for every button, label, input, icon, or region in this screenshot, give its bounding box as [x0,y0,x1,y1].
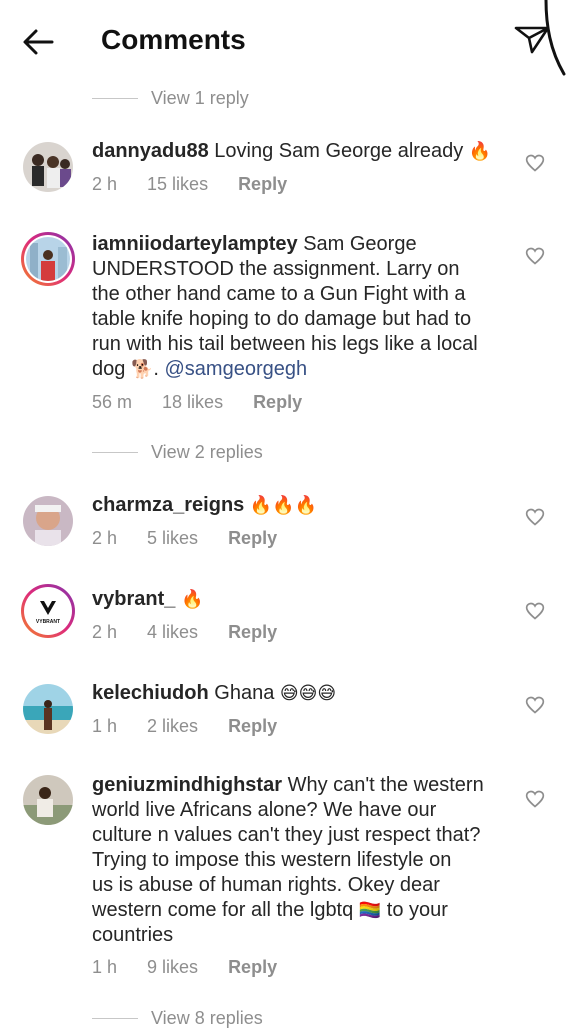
comment-likes[interactable]: 5 likes [147,528,198,549]
dog-emoji: 🐕 [130,359,154,380]
comment-text: geniuzmindhighstar Why can't the western… [92,773,512,948]
reply-button[interactable]: Reply [228,957,277,978]
reply-button[interactable]: Reply [228,716,277,737]
comment-meta: 56 m 18 likes Reply [92,392,332,413]
comment-meta: 1 h 9 likes Reply [92,957,307,978]
group-photo-avatar [23,142,73,192]
comment-username[interactable]: vybrant_ [92,588,175,610]
fire-emoji: 🔥🔥🔥 [249,495,318,516]
selfie-avatar [23,496,73,546]
comment-line: western come for all the lgbtq [92,899,354,921]
comment-line: Sam George [303,233,417,255]
avatar[interactable] [21,682,75,736]
comment-text: vybrant_ 🔥 [92,587,512,612]
comment-meta: 2 h 5 likes Reply [92,528,307,549]
person-in-city-avatar [26,237,70,281]
reply-button[interactable]: Reply [228,622,277,643]
comment-username[interactable]: kelechiudoh [92,682,209,704]
comment-username[interactable]: geniuzmindhighstar [92,774,282,796]
comment-line: UNDERSTOOD the assignment. Larry on [92,258,460,280]
comment-time: 2 h [92,528,118,548]
avatar[interactable] [21,494,75,548]
comment-time: 2 h [92,622,118,642]
comment-time: 56 m [92,392,133,412]
comment-line: . [153,358,165,380]
comment-line: the other hand came to a Gun Fight with … [92,283,466,305]
fire-emoji: 🔥 [180,589,204,610]
comment-text: charmza_reigns 🔥🔥🔥 [92,493,512,518]
rainbow-flag-emoji: 🏳️‍🌈 [358,900,382,921]
avatar[interactable]: VYBRANT [21,584,75,638]
divider-line [92,1017,138,1019]
page-title: Comments [101,24,246,55]
comment-line: culture n values can't they just respect… [92,824,481,846]
mention-link[interactable]: @samgeorgegh [164,358,307,380]
view-replies-label: View 2 replies [151,441,263,462]
arrow-left-icon [23,29,54,55]
reply-button[interactable]: Reply [253,392,302,413]
comment-likes[interactable]: 15 likes [147,174,208,195]
avatar[interactable] [21,773,75,827]
reply-button[interactable]: Reply [238,174,287,195]
person-outdoors-avatar [23,775,73,825]
comment-meta: 2 h 15 likes Reply [92,174,317,195]
comment-line: Ghana [214,682,275,704]
reply-button[interactable]: Reply [228,528,277,549]
heart-icon[interactable] [525,789,545,809]
comment-time: 1 h [92,716,118,736]
comment-line: Trying to impose this western lifestyle … [92,849,452,871]
comment-likes[interactable]: 9 likes [147,957,198,978]
heart-icon[interactable] [525,153,545,173]
comment-likes[interactable]: 4 likes [147,622,198,643]
view-replies-button[interactable]: View 2 replies [92,437,263,467]
heart-icon[interactable] [525,507,545,527]
avatar[interactable] [21,140,75,194]
view-replies-label: View 1 reply [151,87,249,108]
avatar[interactable] [21,232,75,286]
comment-time: 1 h [92,957,118,977]
comment-username[interactable]: dannyadu88 [92,140,209,162]
comment-line: dog [92,358,126,380]
view-replies-button[interactable]: View 1 reply [92,83,249,113]
view-replies-label: View 8 replies [151,1007,263,1028]
comment-likes[interactable]: 18 likes [162,392,223,413]
comment-line: Why can't the western [287,774,484,796]
comment-text: kelechiudoh Ghana 😅😅😅 [92,681,512,706]
comment-time: 2 h [92,174,118,194]
comment-text: iamniiodarteylamptey Sam George UNDERSTO… [92,232,512,382]
comment-line: Loving Sam George already [214,140,464,162]
comment-text: dannyadu88 Loving Sam George already 🔥 [92,139,512,164]
comment-line: table knife hoping to do damage but had … [92,308,472,330]
comment-line: us is abuse of human rights. Okey dear [92,874,440,896]
heart-icon[interactable] [525,246,545,266]
comment-meta: 2 h 4 likes Reply [92,622,307,643]
brand-logo-text: VYBRANT [35,619,61,625]
fire-emoji: 🔥 [468,141,492,162]
vybrant-logo-avatar: VYBRANT [26,589,70,633]
heart-icon[interactable] [525,695,545,715]
laughing-emoji: 😅😅😅 [279,683,337,704]
comment-line: countries [92,924,174,946]
comment-line: to your [381,899,448,921]
comment-likes[interactable]: 2 likes [147,716,198,737]
comment-line: run with his tail between his legs like … [92,333,478,355]
view-replies-button[interactable]: View 8 replies [92,1003,263,1033]
back-button[interactable] [20,24,56,60]
comment-line: world live Africans alone? We have our [92,799,437,821]
divider-line [92,97,138,99]
comment-username[interactable]: charmza_reigns [92,494,244,516]
pen-stroke-mark [544,0,566,76]
divider-line [92,451,138,453]
comment-meta: 1 h 2 likes Reply [92,716,307,737]
heart-icon[interactable] [525,601,545,621]
comment-username[interactable]: iamniiodarteylamptey [92,233,298,255]
beach-avatar [23,684,73,734]
header-bar: Comments [0,0,575,82]
